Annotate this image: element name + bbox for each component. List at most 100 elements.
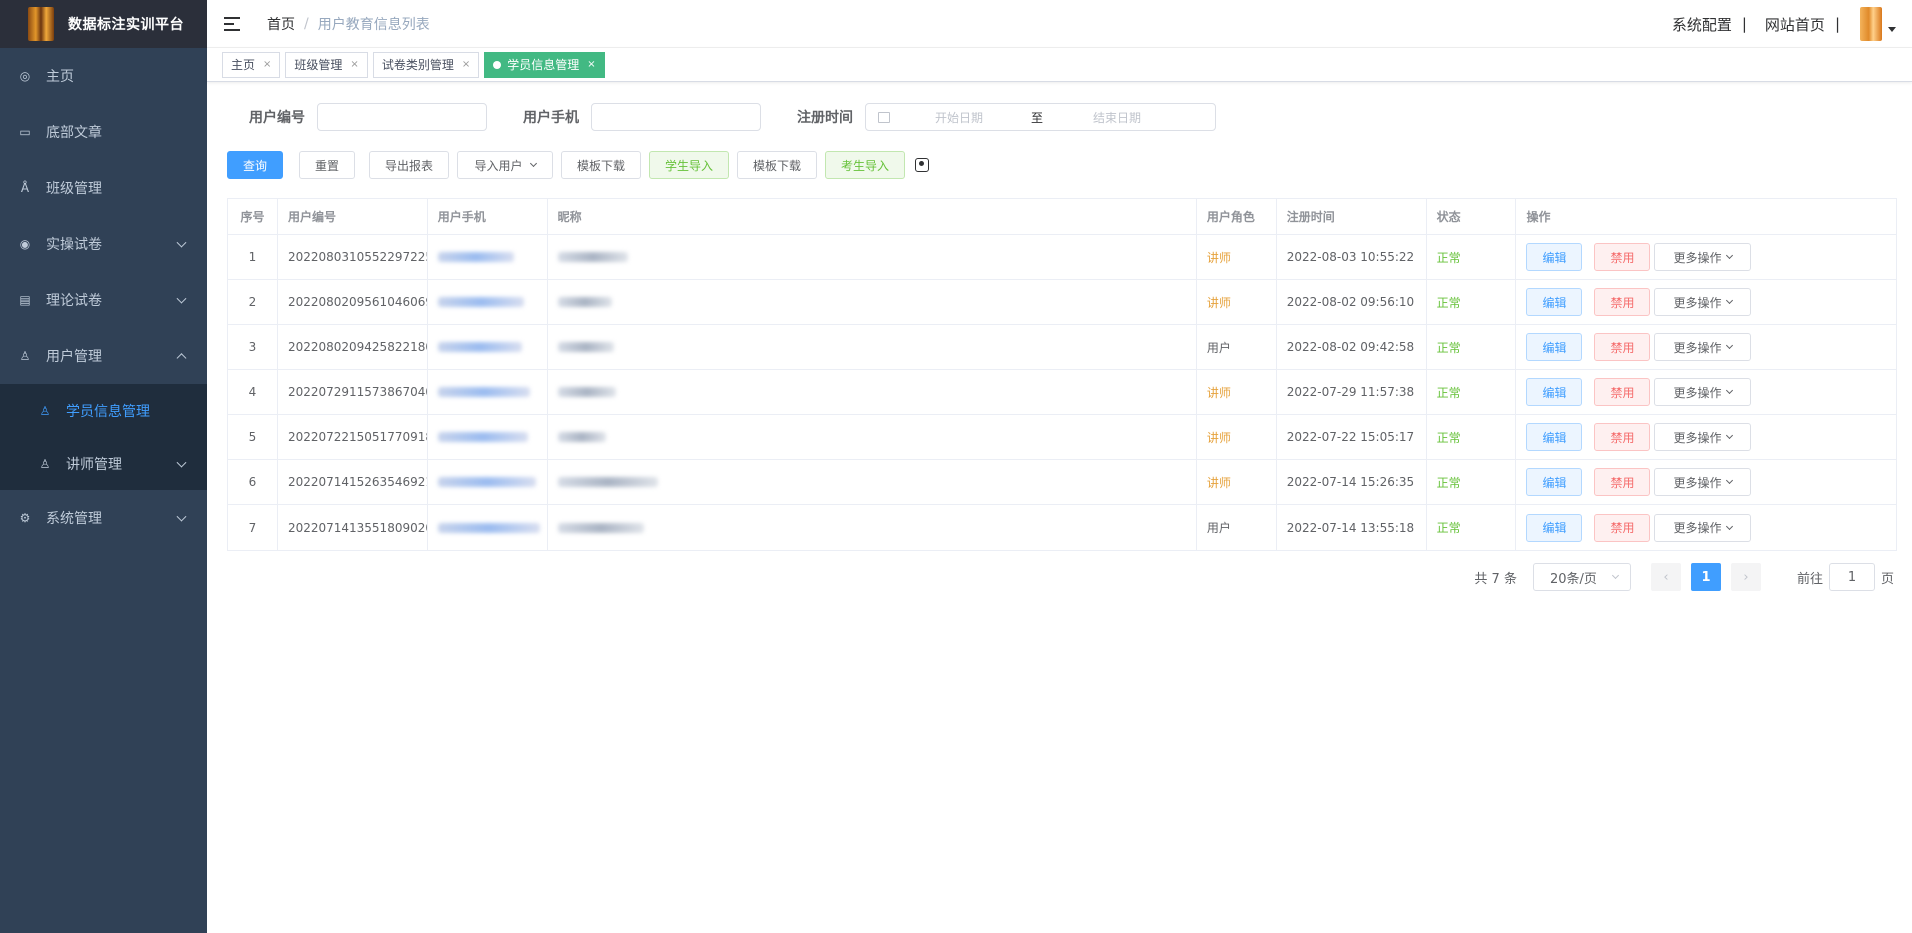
table-row: 4 2022072911573867040 讲师 2022-07-29 11:57:3…: [228, 370, 1896, 415]
edit-button[interactable]: 编辑: [1526, 243, 1583, 271]
cell-user-no: 2022072215051770918: [278, 415, 428, 459]
edit-button[interactable]: 编辑: [1526, 513, 1583, 542]
close-icon[interactable]: ×: [350, 59, 358, 70]
cell-index: 1: [228, 235, 278, 279]
cell-phone: [428, 325, 548, 369]
phone-input[interactable]: [591, 103, 761, 131]
close-icon[interactable]: ×: [462, 59, 470, 70]
more-actions-button[interactable]: 更多操作: [1654, 468, 1752, 496]
system-config-link[interactable]: 系统配置: [1672, 14, 1732, 35]
date-range-picker[interactable]: 开始日期 至 结束日期: [865, 103, 1216, 131]
import-user-button[interactable]: 导入用户: [457, 151, 553, 179]
query-button[interactable]: 查询: [227, 151, 283, 179]
disable-button[interactable]: 禁用: [1594, 378, 1651, 406]
logo-image: [28, 7, 54, 41]
cell-role: 讲师: [1197, 460, 1277, 504]
logo[interactable]: 数据标注实训平台: [0, 0, 207, 48]
goto-page-input[interactable]: 1: [1828, 563, 1875, 591]
page-size-select[interactable]: 20条/页: [1532, 563, 1631, 591]
chevron-down-icon: [1726, 341, 1734, 350]
close-icon[interactable]: ×: [263, 59, 271, 70]
table-header: 序号 用户编号 用户手机 昵称 用户角色 注册时间 状态 操作: [228, 199, 1896, 235]
page-number-active[interactable]: 1: [1690, 563, 1721, 591]
sidebar-item-class[interactable]: Å 班级管理: [0, 160, 207, 216]
edit-button[interactable]: 编辑: [1526, 468, 1583, 496]
cell-phone: [428, 460, 548, 504]
more-actions-button[interactable]: 更多操作: [1654, 243, 1752, 271]
end-date-placeholder[interactable]: 结束日期: [1093, 109, 1141, 126]
monitor-icon: ▭: [19, 125, 31, 139]
sidebar-item-user-mgmt[interactable]: ♙ 用户管理: [0, 328, 207, 384]
cell-operations: 编辑 禁用 更多操作: [1516, 370, 1896, 414]
hamburger-icon[interactable]: [224, 16, 242, 31]
tag-paper-category[interactable]: 试卷类别管理 ×: [372, 51, 480, 78]
sidebar-item-teacher-mgmt[interactable]: ♙ 讲师管理: [0, 437, 207, 490]
right-menu-separator: |: [1741, 15, 1747, 33]
examinee-import-button[interactable]: 考生导入: [825, 151, 905, 179]
sidebar-item-home[interactable]: ◎ 主页: [0, 48, 207, 104]
eye-icon: ◉: [19, 237, 31, 251]
edit-button[interactable]: 编辑: [1526, 423, 1583, 451]
cell-reg-time: 2022-07-14 15:26:35: [1277, 460, 1427, 504]
chevron-down-icon: [176, 457, 187, 468]
sidebar-item-theory-paper[interactable]: ▤ 理论试卷: [0, 272, 207, 328]
sidebar-item-practice-paper[interactable]: ◉ 实操试卷: [0, 216, 207, 272]
redacted-nickname: [557, 477, 658, 487]
edit-button[interactable]: 编辑: [1526, 378, 1583, 406]
disable-button[interactable]: 禁用: [1594, 243, 1651, 271]
page-suffix: 页: [1880, 571, 1894, 587]
more-actions-button[interactable]: 更多操作: [1654, 423, 1752, 451]
cell-role: 讲师: [1197, 235, 1277, 279]
next-page-button[interactable]: ›: [1730, 563, 1761, 591]
disable-button[interactable]: 禁用: [1594, 423, 1651, 451]
cell-user-no: 2022071415263546921: [278, 460, 428, 504]
breadcrumb-home[interactable]: 首页: [267, 14, 295, 34]
user-no-label: 用户编号: [249, 110, 305, 126]
disable-button[interactable]: 禁用: [1594, 333, 1651, 361]
cell-nickname: [548, 325, 1197, 369]
reset-button[interactable]: 重置: [299, 151, 355, 179]
close-icon[interactable]: ×: [587, 59, 595, 70]
disable-button[interactable]: 禁用: [1594, 513, 1651, 542]
sidebar-item-articles[interactable]: ▭ 底部文章: [0, 104, 207, 160]
tag-class[interactable]: 班级管理 ×: [285, 51, 368, 78]
more-actions-button[interactable]: 更多操作: [1654, 513, 1752, 542]
column-toggle-icon[interactable]: [915, 158, 929, 172]
avatar[interactable]: [1860, 7, 1882, 41]
tag-student-info[interactable]: 学员信息管理 ×: [484, 51, 605, 78]
student-import-button[interactable]: 学生导入: [649, 151, 729, 179]
start-date-placeholder[interactable]: 开始日期: [935, 109, 983, 126]
more-actions-button[interactable]: 更多操作: [1654, 333, 1752, 361]
sidebar-item-system[interactable]: ⚙ 系统管理: [0, 490, 207, 546]
chevron-down-icon: [529, 159, 537, 168]
disable-button[interactable]: 禁用: [1594, 288, 1651, 316]
disable-button[interactable]: 禁用: [1594, 468, 1651, 496]
table-row: 2 2022080209561046069 讲师 2022-08-02 09:56:1…: [228, 280, 1896, 325]
more-actions-button[interactable]: 更多操作: [1654, 378, 1752, 406]
user-no-input[interactable]: [317, 103, 487, 131]
edit-button[interactable]: 编辑: [1526, 333, 1583, 361]
template-download-button-2[interactable]: 模板下载: [737, 151, 817, 179]
sidebar-item-student-info[interactable]: ♙ 学员信息管理: [0, 384, 207, 437]
more-actions-button[interactable]: 更多操作: [1654, 288, 1752, 316]
edit-button[interactable]: 编辑: [1526, 288, 1583, 316]
tag-home[interactable]: 主页 ×: [222, 51, 281, 78]
redacted-nickname: [557, 342, 614, 352]
prev-page-button[interactable]: ‹: [1650, 563, 1681, 591]
cell-user-no: 2022071413551809020: [278, 505, 428, 550]
cell-reg-time: 2022-07-14 13:55:18: [1277, 505, 1427, 550]
cell-index: 2: [228, 280, 278, 324]
chevron-down-icon: [1726, 476, 1734, 485]
chevron-down-icon: [1726, 386, 1734, 395]
breadcrumb-current: 用户教育信息列表: [317, 16, 430, 33]
cell-status: 正常: [1427, 415, 1517, 459]
submenu-user-mgmt: ♙ 学员信息管理 ♙ 讲师管理: [0, 384, 207, 490]
redacted-nickname: [557, 522, 644, 533]
header-cell: 序号: [228, 199, 278, 234]
caret-down-icon[interactable]: [1888, 26, 1896, 32]
user-icon: ♙: [39, 403, 51, 418]
template-download-button[interactable]: 模板下载: [561, 151, 641, 179]
export-button[interactable]: 导出报表: [369, 151, 449, 179]
site-home-link[interactable]: 网站首页: [1765, 14, 1825, 35]
right-menu-separator: |: [1834, 15, 1840, 33]
